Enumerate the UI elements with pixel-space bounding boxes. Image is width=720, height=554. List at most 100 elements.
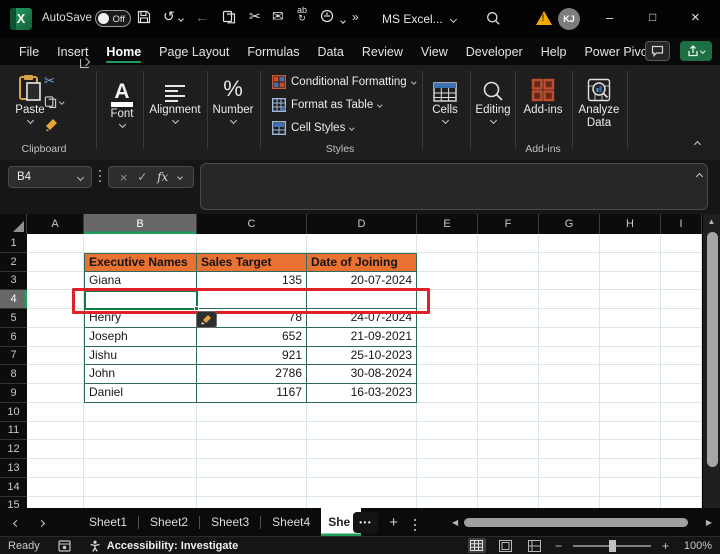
cell-I10[interactable] xyxy=(661,403,702,422)
format-as-table-dropdown-icon[interactable] xyxy=(378,103,383,108)
cell-I4[interactable] xyxy=(661,290,702,309)
copy-dropdown-icon[interactable] xyxy=(59,100,64,105)
cell-E9[interactable] xyxy=(417,384,478,403)
zoom-slider-thumb[interactable] xyxy=(609,540,616,552)
row-header-12[interactable]: 12 xyxy=(0,440,27,459)
cell-D8[interactable]: 30-08-2024 xyxy=(307,365,417,384)
cell-H8[interactable] xyxy=(600,365,661,384)
zoom-level[interactable]: 100% xyxy=(680,540,712,552)
cell-I15[interactable] xyxy=(661,497,702,509)
cell-H1[interactable] xyxy=(600,234,661,253)
paste-dropdown-icon[interactable] xyxy=(26,117,33,124)
qat-overflow-button[interactable]: » xyxy=(352,10,359,24)
cell-I12[interactable] xyxy=(661,440,702,459)
share-button[interactable] xyxy=(680,41,712,61)
cell-A9[interactable] xyxy=(27,384,84,403)
fx-dropdown-icon[interactable] xyxy=(177,174,183,180)
sheet-menu-button[interactable] xyxy=(414,513,416,531)
cell-A2[interactable] xyxy=(27,253,84,272)
cell-A15[interactable] xyxy=(27,497,84,509)
accessibility-status[interactable]: Accessibility: Investigate xyxy=(107,540,238,552)
column-header-E[interactable]: E xyxy=(417,214,478,234)
editing-group-button[interactable]: Editing xyxy=(470,72,516,123)
name-box[interactable]: B4 xyxy=(8,166,92,188)
menu-item-formulas[interactable]: Formulas xyxy=(238,38,308,65)
zoom-out-button[interactable]: − xyxy=(555,539,562,553)
formula-input[interactable] xyxy=(200,163,708,210)
cell-G9[interactable] xyxy=(539,384,600,403)
cell-E10[interactable] xyxy=(417,403,478,422)
menu-item-page-layout[interactable]: Page Layout xyxy=(150,38,238,65)
cell-F5[interactable] xyxy=(478,309,539,328)
cell-H3[interactable] xyxy=(600,272,661,291)
zoom-in-button[interactable]: + xyxy=(662,539,669,553)
autosave-toggle[interactable]: Off xyxy=(95,10,131,27)
vertical-scrollbar-thumb[interactable] xyxy=(707,232,718,467)
cell-F1[interactable] xyxy=(478,234,539,253)
cell-F13[interactable] xyxy=(478,459,539,478)
row-header-3[interactable]: 3 xyxy=(0,272,27,291)
select-all-corner[interactable] xyxy=(0,214,27,234)
cell-G12[interactable] xyxy=(539,440,600,459)
enter-icon[interactable]: ✓ xyxy=(137,170,147,184)
cell-E7[interactable] xyxy=(417,347,478,366)
touch-mode-dropdown-icon[interactable] xyxy=(340,18,346,24)
cell-G13[interactable] xyxy=(539,459,600,478)
cell-F11[interactable] xyxy=(478,422,539,441)
cell-G5[interactable] xyxy=(539,309,600,328)
cell-I13[interactable] xyxy=(661,459,702,478)
normal-view-button[interactable] xyxy=(468,538,486,553)
cell-E15[interactable] xyxy=(417,497,478,509)
sheet-nav-left-icon[interactable] xyxy=(14,513,19,531)
cell-F8[interactable] xyxy=(478,365,539,384)
cancel-icon[interactable]: × xyxy=(120,170,128,185)
avatar[interactable]: KJ xyxy=(558,8,580,30)
format-painter-button[interactable] xyxy=(44,117,59,132)
vertical-scrollbar[interactable]: ▲ xyxy=(702,214,720,508)
undo-dropdown-icon[interactable] xyxy=(178,16,184,22)
share-dropdown-icon[interactable] xyxy=(701,49,706,54)
cell-F6[interactable] xyxy=(478,328,539,347)
cell-B12[interactable] xyxy=(84,440,197,459)
cell-F3[interactable] xyxy=(478,272,539,291)
cell-C12[interactable] xyxy=(197,440,307,459)
cell-D15[interactable] xyxy=(307,497,417,509)
row-header-13[interactable]: 13 xyxy=(0,459,27,478)
row-header-9[interactable]: 9 xyxy=(0,384,27,403)
column-header-A[interactable]: A xyxy=(27,214,84,234)
cell-B14[interactable] xyxy=(84,478,197,497)
menu-item-view[interactable]: View xyxy=(412,38,457,65)
cell-A1[interactable] xyxy=(27,234,84,253)
scroll-right-icon[interactable]: ▶ xyxy=(706,518,712,527)
horizontal-scrollbar-thumb[interactable] xyxy=(464,518,688,527)
close-button[interactable]: × xyxy=(691,9,700,26)
cell-E6[interactable] xyxy=(417,328,478,347)
cell-G7[interactable] xyxy=(539,347,600,366)
column-header-I[interactable]: I xyxy=(661,214,702,234)
cell-D10[interactable] xyxy=(307,403,417,422)
sheet-nav-right-icon[interactable] xyxy=(39,513,44,531)
cell-I6[interactable] xyxy=(661,328,702,347)
cell-H9[interactable] xyxy=(600,384,661,403)
cell-F10[interactable] xyxy=(478,403,539,422)
cell-A8[interactable] xyxy=(27,365,84,384)
clipboard-dialog-launcher-icon[interactable] xyxy=(80,59,89,68)
cell-D13[interactable] xyxy=(307,459,417,478)
menu-item-review[interactable]: Review xyxy=(353,38,412,65)
cell-E8[interactable] xyxy=(417,365,478,384)
save-icon[interactable] xyxy=(137,10,151,26)
cell-G3[interactable] xyxy=(539,272,600,291)
app-title[interactable]: MS Excel... xyxy=(382,12,456,26)
cell-F12[interactable] xyxy=(478,440,539,459)
addins-button[interactable]: Add-ins xyxy=(517,72,569,116)
cell-I1[interactable] xyxy=(661,234,702,253)
touch-mode-button[interactable] xyxy=(320,9,345,25)
cell-H7[interactable] xyxy=(600,347,661,366)
cell-D9[interactable]: 16-03-2023 xyxy=(307,384,417,403)
column-header-G[interactable]: G xyxy=(539,214,600,234)
font-group-button[interactable]: A Font xyxy=(96,72,148,127)
cell-H2[interactable] xyxy=(600,253,661,272)
row-header-15[interactable]: 15 xyxy=(0,497,27,509)
cell-B15[interactable] xyxy=(84,497,197,509)
cell-F2[interactable] xyxy=(478,253,539,272)
